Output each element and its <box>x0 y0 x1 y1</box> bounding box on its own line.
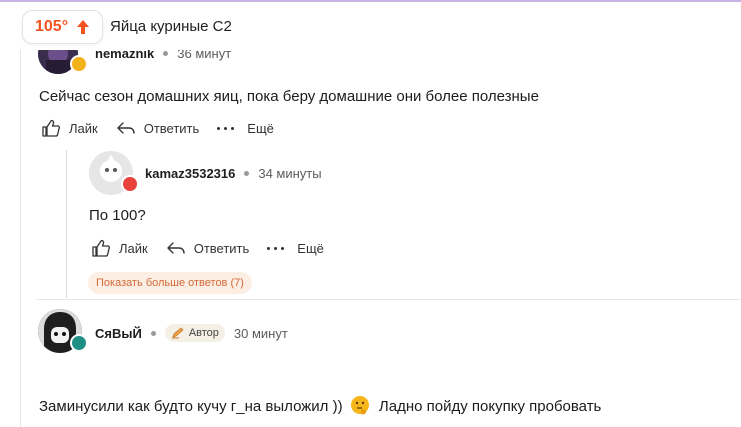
comment-text: По 100? <box>89 207 146 224</box>
post-title[interactable]: Яйца куриные С2 <box>110 18 232 35</box>
like-button[interactable]: Лайк <box>41 119 98 137</box>
rating-value: 105° <box>35 18 69 35</box>
author-badge: Автор <box>164 324 225 342</box>
rating-pill[interactable]: 105° <box>22 10 104 44</box>
more-button[interactable]: Ещё <box>217 121 274 136</box>
more-dots-icon <box>267 246 288 250</box>
upvote-arrow-icon <box>77 20 90 34</box>
like-label: Лайк <box>119 240 148 256</box>
comment-time[interactable]: 34 минуты <box>258 166 321 181</box>
level-badge-icon <box>70 334 88 352</box>
reply-thread-line[interactable] <box>66 150 67 298</box>
thread-left-rule <box>20 50 21 427</box>
show-more-replies-button[interactable]: Показать больше ответов (7) <box>88 272 252 294</box>
like-label: Лайк <box>69 120 98 136</box>
comment-text-part: Заминусили как будто кучу г_на выложил )… <box>39 397 343 415</box>
reply-arrow-icon <box>117 122 135 134</box>
comment-text: Сейчас сезон домашних яиц, пока беру дом… <box>39 88 539 105</box>
thumbs-up-icon <box>92 239 110 257</box>
more-button[interactable]: Ещё <box>267 241 324 256</box>
comment-actions: Лайк Ответить Ещё <box>41 119 292 137</box>
comment-divider <box>36 299 741 300</box>
reply-arrow-icon <box>167 242 185 254</box>
comment-actions: Лайк Ответить Ещё <box>91 239 342 257</box>
comment-text-part: Ладно пойду покупку пробовать <box>378 397 602 415</box>
comment-author[interactable]: kamaz3532316 <box>145 166 235 181</box>
author-badge-label: Автор <box>188 327 219 339</box>
separator-dot <box>244 171 250 176</box>
comment-text: Заминусили как будто кучу г_на выложил )… <box>39 396 601 418</box>
separator-dot <box>163 51 169 56</box>
like-button[interactable]: Лайк <box>91 239 148 257</box>
level-badge-icon <box>121 175 139 193</box>
thinking-face-emoji-icon <box>350 396 369 415</box>
more-label: Ещё <box>297 240 324 256</box>
comment-time[interactable]: 30 минут <box>234 326 288 341</box>
comment-author[interactable]: СяВыЙ <box>95 326 142 341</box>
reply-label: Ответить <box>193 240 250 256</box>
reply-label: Ответить <box>143 120 200 136</box>
thumbs-up-icon <box>42 119 60 137</box>
separator-dot <box>150 330 156 336</box>
reply-button[interactable]: Ответить <box>166 240 250 256</box>
sticky-post-header: 105° Яйца куриные С2 <box>0 2 741 50</box>
more-dots-icon <box>217 126 238 130</box>
reply-button[interactable]: Ответить <box>116 120 200 136</box>
pencil-icon <box>171 327 184 339</box>
level-badge-icon <box>70 55 88 73</box>
more-label: Ещё <box>247 120 274 136</box>
